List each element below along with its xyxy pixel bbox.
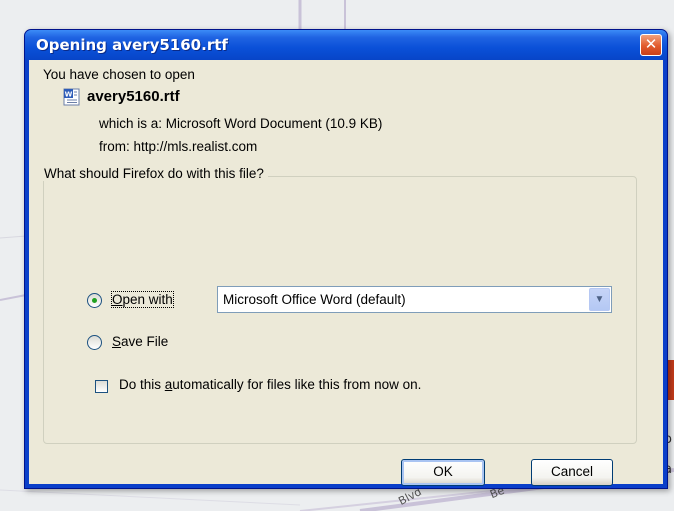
open-with-label[interactable]: Open with (111, 291, 174, 308)
file-type-text: which is a: Microsoft Word Document (10.… (99, 116, 383, 131)
download-dialog: Opening avery5160.rtf ✕ You have chosen … (24, 29, 668, 489)
close-x-icon: ✕ (644, 35, 658, 53)
open-with-app-value: Microsoft Office Word (default) (223, 292, 406, 307)
svg-text:W: W (65, 91, 73, 99)
open-with-radio[interactable] (87, 293, 102, 308)
save-file-label[interactable]: Save File (112, 334, 168, 349)
save-file-label-rest: ave File (121, 334, 169, 349)
dropdown-button[interactable]: ▼ (589, 288, 610, 311)
file-name: avery5160.rtf (87, 88, 180, 105)
action-question: What should Firefox do with this file? (40, 166, 268, 181)
open-with-app-select[interactable]: Microsoft Office Word (default) ▼ (217, 286, 612, 313)
word-document-icon: W (63, 88, 80, 106)
ok-button[interactable]: OK (401, 459, 485, 486)
dialog-body: You have chosen to open W avery5160.rtf … (29, 60, 663, 486)
open-with-label-rest: pen with (122, 292, 173, 307)
file-source-text: from: http://mls.realist.com (99, 139, 258, 154)
intro-text: You have chosen to open (43, 67, 195, 82)
auto-checkbox-label[interactable]: Do this automatically for files like thi… (119, 377, 421, 392)
auto-checkbox[interactable] (95, 380, 108, 393)
close-button[interactable]: ✕ (640, 34, 662, 56)
cancel-button[interactable]: Cancel (531, 459, 613, 486)
save-file-radio[interactable] (87, 335, 102, 350)
dialog-title: Opening avery5160.rtf (36, 36, 228, 54)
title-bar[interactable]: Opening avery5160.rtf ✕ (25, 30, 667, 60)
chevron-down-icon: ▼ (594, 294, 605, 305)
